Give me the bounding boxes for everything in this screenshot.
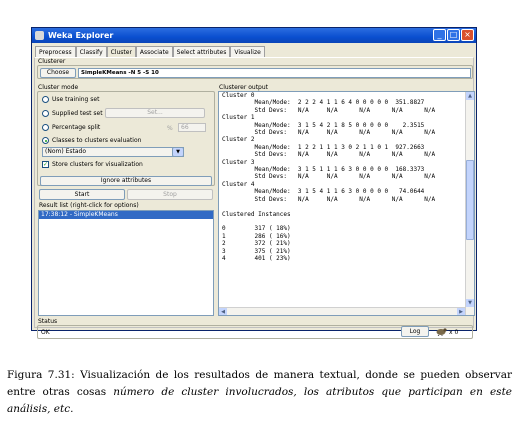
- output-line: Mean/Mode: 3 1 5 4 2 1 8 5 0 0 0 0 0 2.3…: [222, 121, 425, 129]
- clusterer-group-label: Clusterer: [38, 58, 66, 65]
- output-line: Cluster 3: [222, 158, 255, 166]
- classes-to-clusters-option[interactable]: Classes to clusters evaluation: [42, 137, 141, 144]
- tab-bar: Preprocess Classify Cluster Associate Se…: [35, 46, 265, 57]
- cluster-mode-label: Cluster mode: [38, 84, 79, 91]
- scroll-thumb[interactable]: [466, 160, 474, 240]
- percentage-split-label: Percentage split: [52, 124, 101, 131]
- title-bar[interactable]: Weka Explorer _ □ ×: [32, 28, 476, 43]
- tab-preprocess[interactable]: Preprocess: [35, 46, 76, 57]
- class-attribute-select[interactable]: (Nom) Estado: [42, 147, 184, 157]
- weka-explorer-window: Weka Explorer _ □ × Preprocess Classify …: [31, 27, 477, 339]
- use-training-set-label: Use training set: [52, 96, 100, 103]
- radio-icon: [42, 124, 49, 131]
- percent-symbol: %: [167, 125, 173, 132]
- output-line: Cluster 1: [222, 114, 255, 122]
- choose-clusterer-button[interactable]: Choose: [40, 68, 76, 78]
- result-list-label: Result list (right-click for options): [39, 202, 139, 209]
- checkbox-checked-icon: ✓: [42, 161, 49, 168]
- scroll-right-icon[interactable]: ▶: [457, 308, 465, 315]
- supplied-test-set-label: Supplied test set: [52, 110, 103, 117]
- vertical-scrollbar[interactable]: ▲ ▼: [465, 92, 474, 315]
- output-line: 0 317 ( 18%): [222, 225, 291, 233]
- status-text: OK: [41, 329, 50, 336]
- result-list-item[interactable]: 17:38:12 - SimpleKMeans: [39, 211, 213, 219]
- horizontal-scrollbar[interactable]: ◀ ▶: [219, 307, 465, 315]
- scroll-left-icon[interactable]: ◀: [219, 308, 227, 315]
- status-label: Status: [38, 318, 58, 325]
- minimize-button[interactable]: _: [433, 29, 446, 41]
- tab-cluster[interactable]: Cluster: [106, 46, 136, 57]
- cluster-panel: Clusterer Choose SimpleKMeans -N 5 -S 10…: [34, 57, 475, 339]
- output-line: Cluster 4: [222, 180, 255, 188]
- output-line: Mean/Mode: 1 2 2 1 1 1 3 0 2 1 1 0 1 927…: [222, 143, 425, 151]
- output-line: Mean/Mode: 3 1 5 1 1 1 6 3 0 0 0 0 0 168…: [222, 166, 425, 174]
- chevron-down-icon[interactable]: ▼: [172, 147, 184, 157]
- store-clusters-label: Store clusters for visualization: [52, 161, 143, 168]
- output-line: Mean/Mode: 2 2 2 4 1 1 6 4 0 0 0 0 0 351…: [222, 99, 425, 107]
- tab-select-attributes[interactable]: Select attributes: [172, 46, 231, 57]
- use-training-set-option[interactable]: Use training set: [42, 96, 99, 103]
- percentage-field[interactable]: 66: [178, 123, 206, 132]
- stop-button[interactable]: Stop: [127, 189, 213, 200]
- output-line: 4 401 ( 23%): [222, 254, 291, 262]
- weka-bird-icon: [436, 328, 447, 336]
- figure-caption: Figura 7.31: Visualización de los result…: [7, 367, 512, 418]
- ignore-attributes-button[interactable]: Ignore attributes: [40, 176, 212, 186]
- start-button[interactable]: Start: [39, 189, 125, 200]
- clusterer-config-field[interactable]: SimpleKMeans -N 5 -S 10: [78, 68, 471, 78]
- output-line: Cluster 0: [222, 92, 255, 99]
- output-line: Std Devs: N/A N/A N/A N/A N/A: [222, 151, 436, 159]
- window-title: Weka Explorer: [48, 31, 114, 40]
- clusterer-output-label: Clusterer output: [219, 84, 269, 91]
- tab-associate[interactable]: Associate: [135, 46, 173, 57]
- output-line: Std Devs: N/A N/A N/A N/A N/A: [222, 106, 436, 114]
- output-line: Std Devs: N/A N/A N/A N/A N/A: [222, 195, 436, 203]
- tab-classify[interactable]: Classify: [75, 46, 107, 57]
- scroll-down-icon[interactable]: ▼: [466, 299, 474, 307]
- output-line: 3 375 ( 21%): [222, 247, 291, 255]
- percentage-split-option[interactable]: Percentage split: [42, 124, 100, 131]
- store-clusters-checkbox[interactable]: ✓ Store clusters for visualization: [42, 161, 143, 168]
- output-line: 2 372 ( 21%): [222, 240, 291, 248]
- close-button[interactable]: ×: [461, 29, 474, 41]
- supplied-test-set-option[interactable]: Supplied test set: [42, 110, 103, 117]
- output-line: Std Devs: N/A N/A N/A N/A N/A: [222, 129, 436, 137]
- task-count: x 0: [449, 329, 459, 336]
- output-line: Cluster 2: [222, 136, 255, 144]
- output-text: Cluster 0 Mean/Mode: 2 2 2 4 1 1 6 4 0 0…: [219, 92, 474, 262]
- output-line: 1 286 ( 16%): [222, 232, 291, 240]
- output-line: Clustered Instances: [222, 210, 291, 218]
- radio-icon: [42, 96, 49, 103]
- radio-selected-icon: [42, 137, 49, 144]
- output-line: Mean/Mode: 3 1 5 4 1 1 6 3 0 0 0 0 0 74.…: [222, 188, 425, 196]
- result-list[interactable]: 17:38:12 - SimpleKMeans: [38, 210, 214, 316]
- set-test-set-button[interactable]: Set...: [105, 108, 205, 118]
- scroll-up-icon[interactable]: ▲: [466, 92, 474, 100]
- weka-app-icon: [35, 31, 44, 40]
- output-line: Std Devs: N/A N/A N/A N/A N/A: [222, 173, 436, 181]
- maximize-button[interactable]: □: [447, 29, 460, 41]
- clusterer-output-area[interactable]: Cluster 0 Mean/Mode: 2 2 2 4 1 1 6 4 0 0…: [218, 91, 475, 316]
- radio-icon: [42, 110, 49, 117]
- classes-to-clusters-label: Classes to clusters evaluation: [52, 137, 142, 144]
- tab-visualize[interactable]: Visualize: [230, 46, 265, 57]
- log-button[interactable]: Log: [401, 326, 429, 337]
